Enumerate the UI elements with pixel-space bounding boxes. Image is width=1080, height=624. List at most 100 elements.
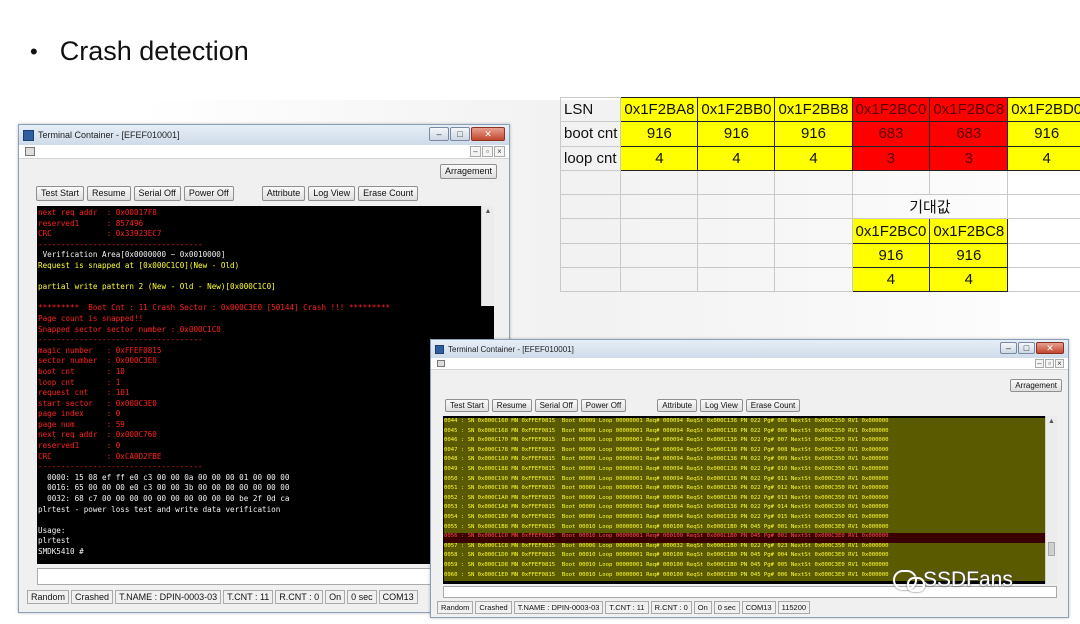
scroll-up-icon[interactable]: ▲ [482,206,494,218]
terminal-line: request cnt : 101 [38,388,130,398]
mdi-child-icon[interactable] [437,360,445,367]
window-controls: – □ ✕ [1000,342,1064,354]
boot-label: boot cnt [559,121,622,147]
title-bar[interactable]: Terminal Container - [EFEF010001] – □ ✕ [19,125,509,145]
terminal-line: 0000: 15 08 ef ff e0 c3 00 00 0a 00 00 0… [38,472,290,482]
erase-count-button[interactable]: Erase Count [358,186,419,201]
expected-boot-row: 916 916 [559,242,1080,269]
wechat-icon [893,570,925,592]
boot-cell: 916 [620,121,699,147]
app-icon [23,129,34,141]
status-rcnt: R.CNT : 0 [275,590,324,604]
mdi-minimize-icon[interactable]: – [1035,359,1044,368]
mdi-close-icon[interactable]: × [494,146,505,157]
terminal-output[interactable]: 0044 : SN 0x000C160 MN 0xFFEF0815 Boot 0… [443,416,1047,584]
terminal-line: next req addr : 0x00017F8 [38,208,157,217]
empty-row [559,169,1080,196]
status-tcnt: T.CNT : 11 [605,601,649,614]
loop-cell: 4 [774,145,853,171]
mdi-close-icon[interactable]: × [1055,359,1064,368]
resume-button[interactable]: Resume [491,399,532,412]
close-icon[interactable]: ✕ [1036,342,1064,354]
terminal-line: CRC : 0xCA0D2FBE [38,451,162,461]
status-time: 0 sec [347,590,377,604]
serial-off-button[interactable]: Serial Off [534,399,578,412]
resume-button[interactable]: Resume [87,186,131,201]
terminal-line: partial write pattern 2 (New - Old - New… [38,282,276,292]
terminal-line: Snapped sector sector number : 0x000C1C0 [38,324,221,334]
power-off-button[interactable]: Power Off [580,399,627,412]
mdi-restore-icon[interactable]: ▫ [1045,359,1054,368]
toolbar: Test Start Resume Serial Off Power Off A… [36,186,419,201]
erase-count-button[interactable]: Erase Count [745,399,801,412]
title-bar[interactable]: Terminal Container - [EFEF010001] – □ ✕ [431,340,1068,358]
terminal-scrollbar[interactable]: ▲ [481,206,494,306]
lsn-cell: 0x1F2BB8 [774,96,853,123]
scroll-up-icon[interactable]: ▲ [1046,416,1057,428]
lsn-cell-crash: 0x1F2BC8 [929,96,1009,123]
expected-boot-cell: 916 [929,242,1009,269]
watermark: SSDFans [893,568,1013,592]
terminal-line: 0051 : SN 0x000C198 MN 0xFFEF0815 Boot 0… [444,485,1046,495]
boot-cell-crash: 683 [929,121,1009,147]
terminal-line: Request is snapped at [0x000C1C0](New - … [38,260,240,270]
attribute-button[interactable]: Attribute [261,186,306,201]
terminal-scrollbar[interactable]: ▲ [1045,416,1057,584]
expected-loop-row: 4 4 [559,267,1080,293]
terminal-line: 0016: 65 00 00 00 e0 c3 00 00 3b 00 00 0… [38,483,290,493]
terminal-line: ------------------------------------ [38,335,203,345]
terminal-line: ------------------------------------ [38,239,203,249]
log-view-button[interactable]: Log View [700,399,743,412]
terminal-line: ------------------------------------ [38,462,203,472]
terminal-line: page index : 0 [38,409,121,419]
status-mode: Random [437,601,474,614]
arrangement-button[interactable]: Arragement [439,164,497,179]
lsn-cell-crash: 0x1F2BC0 [851,96,931,123]
power-off-button[interactable]: Power Off [183,186,234,201]
arrangement-button[interactable]: Arragement [1010,379,1062,392]
terminal-line: reserved1 : 857496 [38,218,144,228]
loop-cell: 4 [620,145,699,171]
attribute-button[interactable]: Attribute [657,399,698,412]
loop-cell-crash: 3 [929,145,1009,171]
mdi-minimize-icon[interactable]: – [470,146,481,157]
terminal-line: magic number : 0xFFEF0815 [38,345,162,355]
status-tname: T.NAME : DPIN-0003-03 [115,590,222,604]
menu-bar: – ▫ × [431,358,1068,370]
loop-cell-crash: 3 [851,145,931,171]
expected-lsn-cell: 0x1F2BC0 [851,218,931,244]
status-bar: Random Crashed T.NAME : DPIN-0003-03 T.C… [437,601,811,614]
log-view-button[interactable]: Log View [308,186,356,201]
terminal-line: loop cnt : 1 [38,377,121,387]
terminal-output[interactable]: next req addr : 0x00017F8 reserved1 : 857… [37,206,494,564]
lsn-row: LSN 0x1F2BA8 0x1F2BB0 0x1F2BB8 0x1F2BC0 … [559,96,1080,123]
terminal-line: plrtest [38,536,71,546]
mdi-controls: – ▫ × [470,146,505,157]
mdi-child-icon[interactable] [25,147,35,156]
maximize-icon[interactable]: □ [1018,342,1035,354]
expected-loop-cell: 4 [929,267,1009,293]
test-start-button[interactable]: Test Start [36,186,85,201]
scroll-thumb[interactable] [1048,542,1055,556]
loop-label: loop cnt [559,145,622,171]
status-port: COM13 [741,601,776,614]
terminal-line: 0054 : SN 0x000C1B0 MN 0xFFEF0815 Boot 0… [444,513,1046,524]
maximize-icon[interactable]: □ [450,127,470,141]
serial-off-button[interactable]: Serial Off [133,186,181,201]
minimize-icon[interactable]: – [429,127,449,141]
mdi-restore-icon[interactable]: ▫ [482,146,493,157]
close-icon[interactable]: ✕ [471,127,505,141]
terminal-line: sector number : 0x000C3E0 [38,356,157,366]
toolbar: Test Start Resume Serial Off Power Off A… [445,399,801,412]
terminal-line: 0052 : SN 0x000C1A0 MN 0xFFEF0815 Boot 0… [444,494,1046,505]
lsn-table: LSN 0x1F2BA8 0x1F2BB0 0x1F2BB8 0x1F2BC0 … [559,96,1080,293]
test-start-button[interactable]: Test Start [445,399,489,412]
expected-boot-cell: 916 [851,242,931,269]
expected-label-row: 기대값 [559,194,1080,220]
status-power: On [693,601,712,614]
terminal-line: 0057 : SN 0x000C1C8 MN 0xFFEF0815 Boot 0… [444,542,1046,553]
lsn-cell: 0x1F2BD0 [1007,96,1080,123]
status-bar: Random Crashed T.NAME : DPIN-0003-03 T.C… [27,590,418,604]
minimize-icon[interactable]: – [1000,342,1017,354]
